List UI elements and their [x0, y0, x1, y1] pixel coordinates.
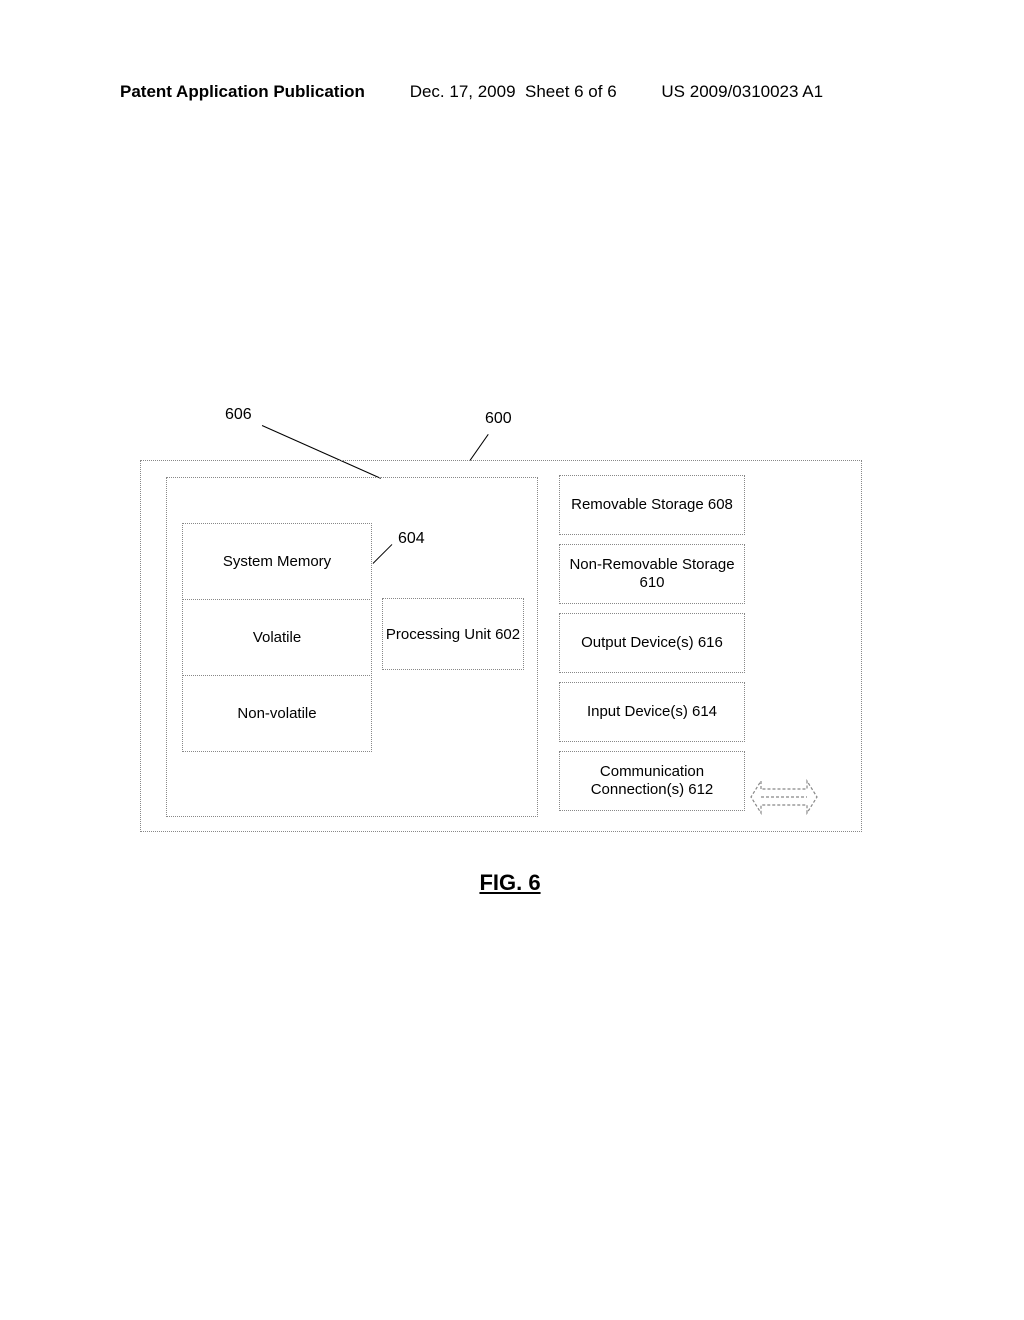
lead-600 [470, 434, 489, 461]
memory-stack: System Memory Volatile Non-volatile [182, 523, 372, 752]
basic-config-box: System Memory Volatile Non-volatile Proc… [166, 477, 538, 817]
volatile-cell: Volatile [182, 599, 372, 676]
publication-number: US 2009/0310023 A1 [661, 82, 823, 101]
nonvolatile-cell: Non-volatile [182, 675, 372, 752]
computing-device-box: System Memory Volatile Non-volatile Proc… [140, 460, 862, 832]
ref-606: 606 [225, 406, 252, 424]
ref-600: 600 [485, 410, 512, 428]
removable-storage-box: Removable Storage 608 [559, 475, 745, 535]
processing-unit-box: Processing Unit 602 [382, 598, 524, 670]
system-diagram: 606 600 604 System Memory Volatile Non-v… [130, 390, 890, 880]
publication-type: Patent Application Publication [120, 82, 365, 101]
nonremovable-storage-box: Non-Removable Storage 610 [559, 544, 745, 604]
system-memory-cell: System Memory [182, 523, 372, 600]
figure-label: FIG. 6 [130, 870, 890, 896]
output-devices-box: Output Device(s) 616 [559, 613, 745, 673]
date-sheet: Dec. 17, 2009 Sheet 6 of 6 [410, 82, 617, 101]
peripheral-column: Removable Storage 608 Non-Removable Stor… [559, 475, 745, 811]
page-header: Patent Application Publication Dec. 17, … [0, 82, 1024, 102]
communication-box: Communication Connection(s) 612 [559, 751, 745, 811]
bidirectional-arrow-icon [749, 779, 819, 815]
input-devices-box: Input Device(s) 614 [559, 682, 745, 742]
